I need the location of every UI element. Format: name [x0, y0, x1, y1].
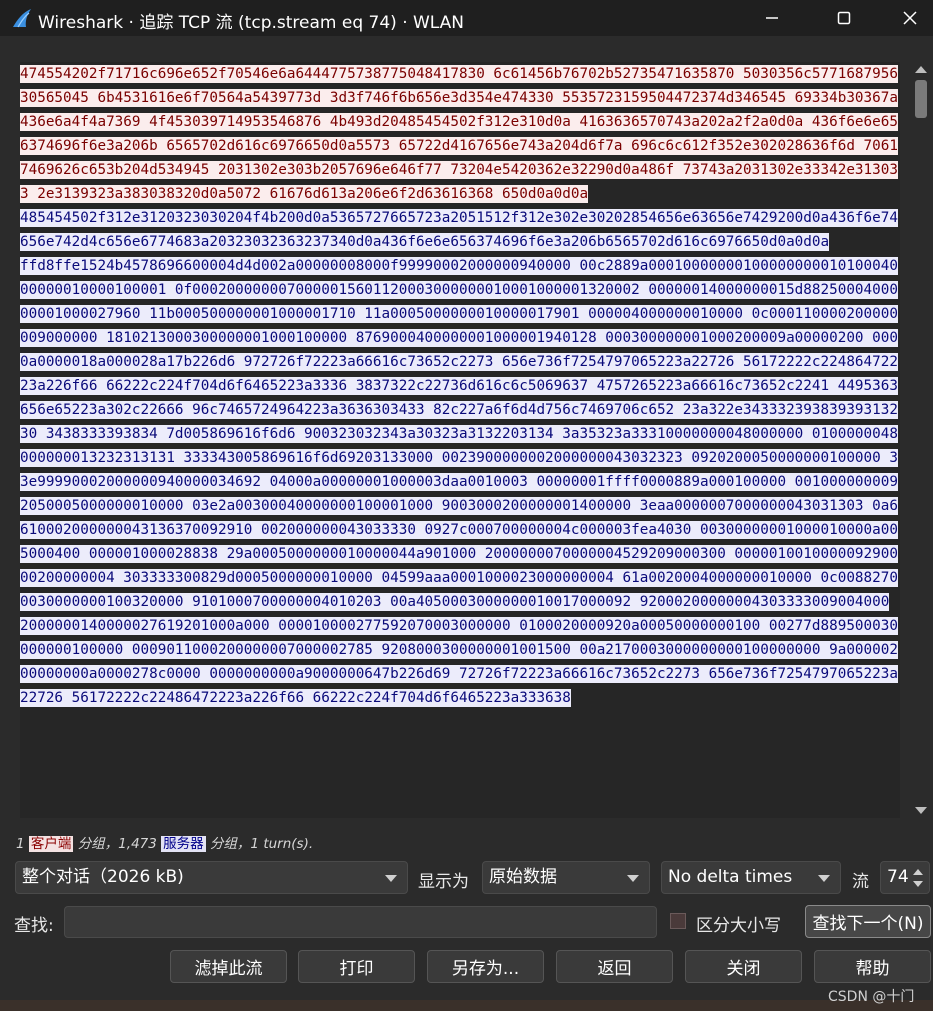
maximize-icon [837, 11, 851, 25]
chevron-down-icon [385, 875, 397, 882]
stream-number-value: 74 [887, 867, 909, 887]
spin-down-icon[interactable] [913, 881, 923, 887]
minimize-button[interactable] [749, 0, 795, 36]
stream-label: 流 [852, 872, 869, 892]
stream-chunk-server: 485454502f312e3120323030204f4b200d0a5365… [20, 206, 900, 254]
background-strip [0, 1000, 933, 1011]
close-window-button[interactable] [887, 0, 933, 36]
client-tag: 客户端 [28, 836, 74, 852]
status-suffix-text: 分组，1 turn(s). [209, 836, 314, 852]
server-tag: 服务器 [161, 836, 206, 852]
scroll-up-arrow-icon[interactable] [915, 66, 927, 73]
find-next-button[interactable]: 查找下一个(N) [805, 905, 931, 938]
scroll-down-arrow-icon[interactable] [915, 807, 927, 814]
conversation-select[interactable]: 整个对话（2026 kB) [15, 861, 408, 894]
delta-times-select-value: No delta times [668, 867, 793, 887]
back-button[interactable]: 返回 [556, 950, 673, 983]
close-button[interactable]: 关闭 [685, 950, 802, 983]
status-client-count: 1 [16, 836, 25, 852]
print-button[interactable]: 打印 [298, 950, 415, 983]
stream-chunk-text: 485454502f312e3120323030204f4b200d0a5365… [20, 209, 898, 251]
case-sensitive-checkbox[interactable] [670, 913, 686, 929]
conversation-select-value: 整个对话（2026 kB) [22, 867, 184, 887]
stream-chunk-client: 474554202f71716c696e652f70546e6a64447757… [20, 62, 900, 206]
delta-times-select[interactable]: No delta times [661, 861, 841, 894]
maximize-button[interactable] [821, 0, 867, 36]
save-as-button[interactable]: 另存为... [427, 950, 544, 983]
chevron-down-icon [627, 875, 639, 882]
find-input[interactable] [64, 906, 657, 938]
minimize-icon [766, 17, 778, 19]
status-middle-text: 分组，1,473 [77, 836, 157, 852]
vertical-scrollbar[interactable] [912, 62, 930, 818]
case-sensitive-label: 区分大小写 [696, 916, 781, 936]
window-title: Wireshark · 追踪 TCP 流 (tcp.stream eq 74) … [38, 13, 465, 33]
close-icon [903, 11, 917, 25]
show-as-select-value: 原始数据 [489, 867, 557, 887]
stream-chunk-server: ffd8ffe1524b4578696600004d4d002a00000008… [20, 254, 900, 710]
stream-chunk-text: 474554202f71716c696e652f70546e6a64447757… [20, 65, 898, 203]
stream-number-spinbox[interactable]: 74 [880, 861, 930, 894]
help-button[interactable]: 帮助 [814, 950, 931, 983]
title-bar: Wireshark · 追踪 TCP 流 (tcp.stream eq 74) … [0, 0, 933, 36]
watermark-text: CSDN @十门 [828, 989, 915, 1005]
stream-content-view[interactable]: 474554202f71716c696e652f70546e6a64447757… [20, 62, 900, 818]
find-label: 查找: [14, 916, 54, 936]
stream-chunk-text: ffd8ffe1524b4578696600004d4d002a00000008… [20, 257, 898, 707]
filter-out-stream-button[interactable]: 滤掉此流 [170, 950, 287, 983]
stream-status-line: 1 客户端 分组，1,473 服务器 分组，1 turn(s). [16, 832, 313, 852]
chevron-down-icon [818, 875, 830, 882]
wireshark-fin-icon [13, 9, 31, 28]
show-as-label: 显示为 [418, 872, 469, 892]
show-as-select[interactable]: 原始数据 [482, 861, 650, 894]
spin-up-icon[interactable] [913, 869, 923, 875]
scrollbar-thumb[interactable] [915, 80, 927, 118]
